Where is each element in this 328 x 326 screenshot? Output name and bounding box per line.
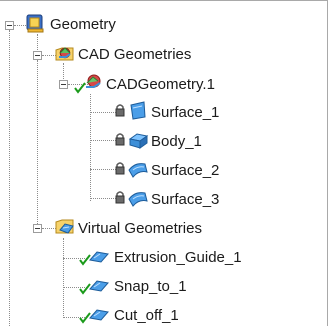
tree-node-label: Virtual Geometries: [78, 220, 202, 237]
tree-line: [90, 112, 118, 113]
geometry-set-icon: [24, 12, 46, 34]
body-icon: [127, 129, 149, 151]
virtual-geometry-icon: [88, 304, 110, 326]
tree-line: [90, 140, 118, 141]
tree-node-label: Extrusion_Guide_1: [114, 249, 242, 266]
lock-icon: [115, 162, 125, 175]
tree-node-label: Snap_to_1: [114, 278, 187, 295]
collapse-cad-geometries-toggle[interactable]: [33, 51, 42, 60]
tree-node-label: CAD Geometries: [78, 46, 192, 63]
virtual-geometry-icon: [88, 275, 110, 297]
virtual-geometries-icon: [54, 216, 76, 238]
tree-line: [90, 169, 118, 170]
frame-top-border: [0, 0, 328, 3]
geometry-tree: Geometry CAD Geometries CADGeometry.1 Su…: [0, 0, 328, 326]
tree-node-label: Body_1: [151, 133, 202, 150]
surface-icon: [127, 187, 149, 209]
tree-line: [90, 198, 118, 199]
collapse-cadgeometry-1-toggle[interactable]: [59, 80, 68, 89]
virtual-geometry-icon: [88, 246, 110, 268]
surface-icon: [127, 100, 149, 122]
tree-node-label: CADGeometry.1: [106, 76, 215, 93]
collapse-virtual-geometries-toggle[interactable]: [33, 224, 42, 233]
cad-geometry-icon: [82, 71, 104, 93]
tree-node-label: Surface_2: [151, 162, 220, 179]
lock-icon: [115, 191, 125, 204]
surface-icon: [127, 158, 149, 180]
tree-node-label: Surface_3: [151, 191, 220, 208]
tree-node-label: Cut_off_1: [114, 307, 179, 324]
tree-node-label: Geometry: [50, 16, 116, 33]
cad-geometries-icon: [54, 42, 76, 64]
tree-line: [63, 238, 64, 318]
tree-line: [37, 60, 38, 228]
tree-line: [90, 94, 91, 201]
collapse-geometry-toggle[interactable]: [5, 21, 14, 30]
tree-node-label: Surface_1: [151, 104, 220, 121]
lock-icon: [115, 104, 125, 117]
tree-line: [9, 30, 10, 326]
lock-icon: [115, 133, 125, 146]
